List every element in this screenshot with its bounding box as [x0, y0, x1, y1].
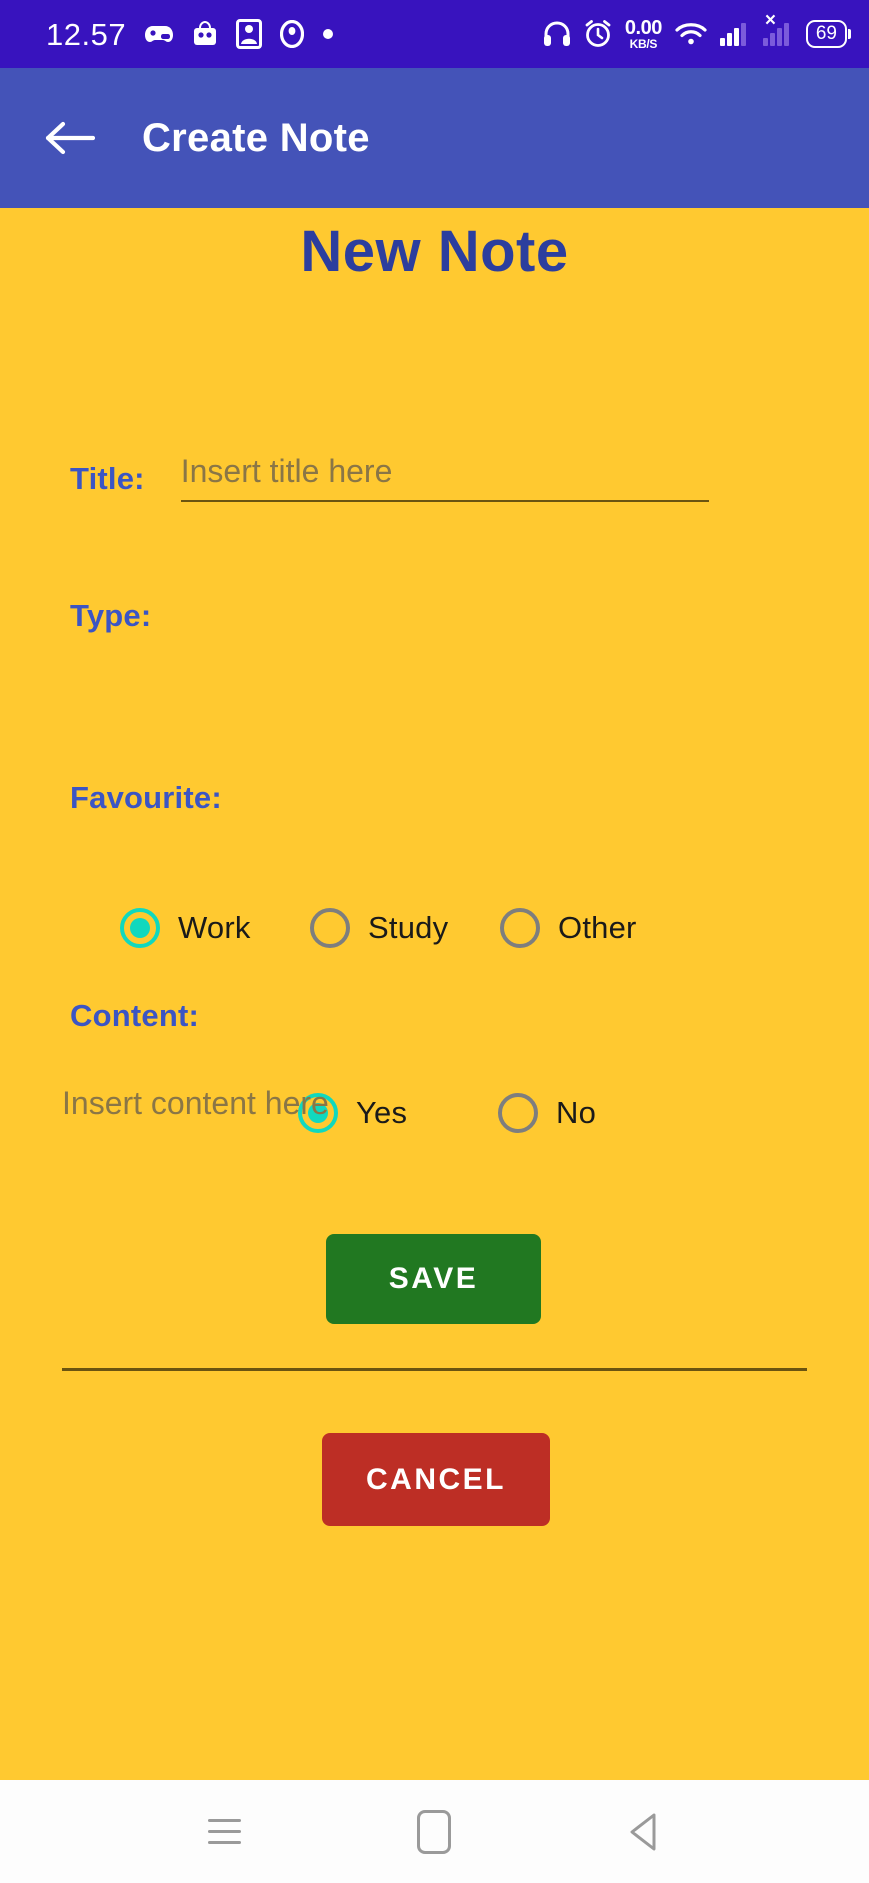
recents-lines	[208, 1819, 242, 1844]
home-square	[417, 1809, 452, 1854]
save-button[interactable]: SAVE	[326, 1234, 541, 1324]
status-bar-right: 0.00 KB/S × 69	[543, 11, 847, 50]
title-input[interactable]	[180, 453, 709, 490]
status-bar-clock: 12.57	[46, 16, 127, 52]
content-field-label: Content:	[70, 998, 200, 1033]
cancel-button[interactable]: CANCEL	[322, 1433, 550, 1526]
shopping-basket-icon	[194, 21, 217, 45]
location-pin-icon	[280, 20, 305, 48]
signal-bars-icon	[719, 23, 746, 46]
radio-option-work[interactable]: Work	[120, 908, 310, 948]
back-triangle-icon[interactable]	[604, 1792, 684, 1872]
title-input-wrapper[interactable]	[180, 453, 709, 502]
radio-label-other: Other	[558, 910, 637, 945]
home-icon[interactable]	[394, 1792, 474, 1872]
battery-icon: 69	[805, 19, 847, 49]
radio-icon-unselected[interactable]	[500, 908, 540, 948]
sim-x-mark: ×	[764, 10, 776, 31]
radio-label-work: Work	[178, 910, 251, 945]
radio-label-study: Study	[368, 910, 449, 945]
alarm-clock-icon	[585, 20, 611, 47]
form-content: New Note Title: Type: Work Study Other	[0, 208, 869, 1780]
battery-level: 69	[815, 22, 837, 44]
sim-no-service-icon: ×	[762, 11, 793, 46]
status-bar-left: 12.57	[46, 19, 334, 50]
recents-menu-icon[interactable]	[185, 1792, 265, 1872]
radio-option-other[interactable]: Other	[500, 908, 637, 948]
system-nav-bar	[0, 1780, 869, 1883]
type-radio-group: Work Study Other	[0, 908, 869, 948]
content-input-wrapper[interactable]	[62, 1083, 807, 1371]
title-field-label: Title:	[70, 461, 145, 496]
network-speed-indicator: 0.00 KB/S	[625, 18, 662, 50]
type-field-label: Type:	[70, 598, 152, 633]
status-bar: 12.57 0.00 KB/S × 69	[0, 0, 869, 68]
photo-frame-icon	[236, 19, 263, 49]
radio-icon-selected[interactable]	[120, 908, 160, 948]
page-title: New Note	[300, 219, 569, 284]
title-field-row: Title:	[0, 453, 869, 502]
headphones-icon	[543, 21, 570, 46]
game-controller-icon	[145, 26, 174, 42]
content-input[interactable]	[62, 1083, 807, 1368]
app-bar: Create Note	[0, 68, 869, 208]
favourite-field-label: Favourite:	[70, 780, 222, 815]
wifi-icon	[675, 23, 707, 45]
network-speed-value: 0.00	[624, 17, 662, 39]
app-bar-title: Create Note	[142, 115, 370, 160]
radio-icon-unselected[interactable]	[310, 908, 350, 948]
radio-option-study[interactable]: Study	[310, 908, 500, 948]
phone-screen: 12.57 0.00 KB/S × 69 Create Note New Not…	[0, 0, 869, 1883]
dot-icon	[323, 29, 334, 39]
back-arrow-icon[interactable]	[42, 111, 96, 165]
network-speed-unit: KB/S	[629, 37, 658, 51]
